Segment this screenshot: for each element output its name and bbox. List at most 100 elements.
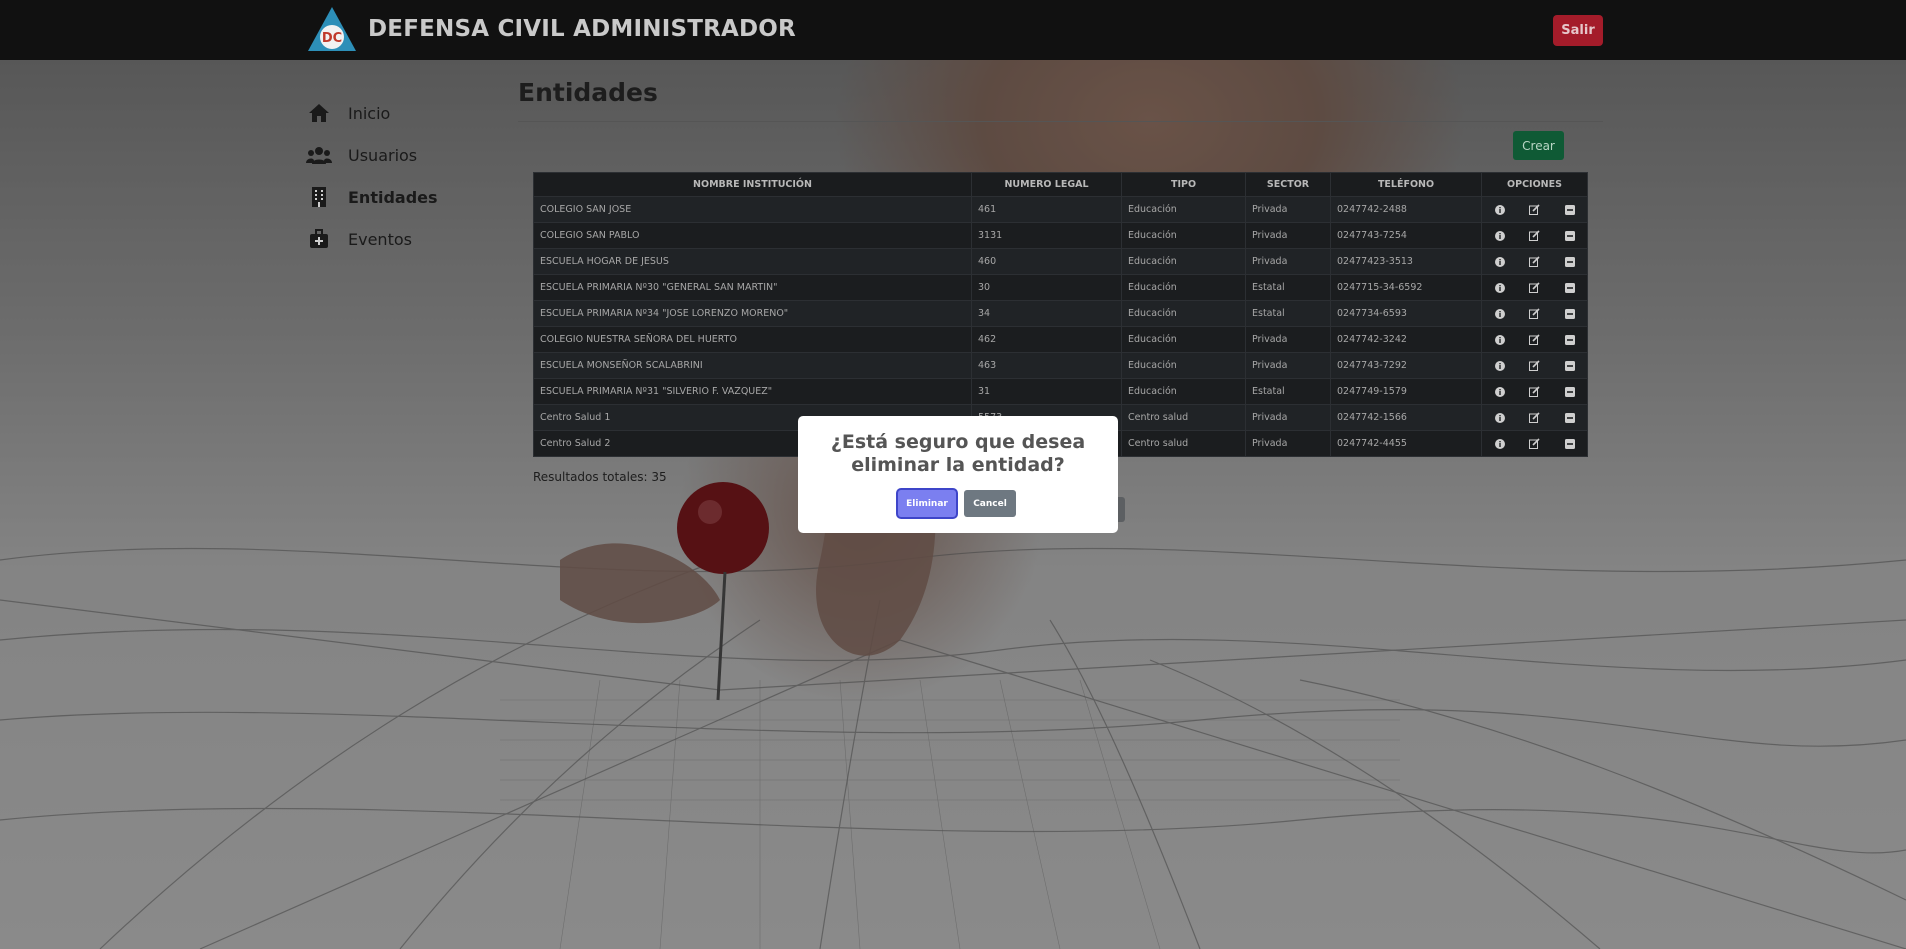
sidebar: Inicio Usuarios Entidades Eventos bbox=[306, 92, 506, 260]
edit-icon[interactable] bbox=[1529, 386, 1541, 398]
table-cell: Educación bbox=[1121, 222, 1246, 249]
table-row: COLEGIO SAN PABLO 3131 Educación Privada 024… bbox=[533, 222, 1588, 249]
info-icon[interactable] bbox=[1494, 334, 1506, 346]
table-cell: Educación bbox=[1121, 274, 1246, 301]
entities-table: NOMBRE INSTITUCIÓN NUMERO LEGAL TIPO SEC… bbox=[533, 172, 1588, 457]
table-cell: 462 bbox=[971, 326, 1122, 353]
table-cell: 31 bbox=[971, 378, 1122, 405]
table-cell: 0247749-1579 bbox=[1330, 378, 1482, 405]
column-header: SECTOR bbox=[1245, 172, 1331, 197]
table-cell: 0247715-34-6592 bbox=[1330, 274, 1482, 301]
sidebar-item-label: Eventos bbox=[348, 229, 412, 249]
column-header: OPCIONES bbox=[1481, 172, 1588, 197]
info-icon[interactable] bbox=[1494, 204, 1506, 216]
row-options bbox=[1481, 404, 1588, 431]
table-cell: Educación bbox=[1121, 300, 1246, 327]
remove-icon[interactable] bbox=[1564, 412, 1576, 424]
app-title: DEFENSA CIVIL ADMINISTRADOR bbox=[368, 16, 796, 42]
home-icon bbox=[306, 102, 332, 124]
remove-icon[interactable] bbox=[1564, 282, 1576, 294]
table-row: ESCUELA MONSEÑOR SCALABRINI 463 Educación P… bbox=[533, 352, 1588, 379]
remove-icon[interactable] bbox=[1564, 308, 1576, 320]
table-cell: COLEGIO SAN PABLO bbox=[533, 222, 972, 249]
column-header: TELÉFONO bbox=[1330, 172, 1482, 197]
table-cell: 3131 bbox=[971, 222, 1122, 249]
remove-icon[interactable] bbox=[1564, 386, 1576, 398]
edit-icon[interactable] bbox=[1529, 308, 1541, 320]
table-cell: COLEGIO NUESTRA SEÑORA DEL HUERTO bbox=[533, 326, 972, 353]
table-cell: Estatal bbox=[1245, 300, 1331, 327]
row-options bbox=[1481, 248, 1588, 275]
info-icon[interactable] bbox=[1494, 438, 1506, 450]
table-cell: Privada bbox=[1245, 430, 1331, 457]
info-icon[interactable] bbox=[1494, 360, 1506, 372]
edit-icon[interactable] bbox=[1529, 230, 1541, 242]
remove-icon[interactable] bbox=[1564, 256, 1576, 268]
table-cell: Privada bbox=[1245, 196, 1331, 223]
info-icon[interactable] bbox=[1494, 230, 1506, 242]
edit-icon[interactable] bbox=[1529, 334, 1541, 346]
table-cell: ESCUELA PRIMARIA Nº34 "JOSE LORENZO MORE… bbox=[533, 300, 972, 327]
sidebar-item-label: Inicio bbox=[348, 103, 391, 123]
cancel-button[interactable]: Cancel bbox=[964, 490, 1016, 517]
table-cell: Educación bbox=[1121, 352, 1246, 379]
table-cell: Privada bbox=[1245, 326, 1331, 353]
table-cell: Privada bbox=[1245, 404, 1331, 431]
table-cell: 0247742-1566 bbox=[1330, 404, 1482, 431]
row-options bbox=[1481, 300, 1588, 327]
info-icon[interactable] bbox=[1494, 412, 1506, 424]
row-options bbox=[1481, 274, 1588, 301]
table-cell: 0247743-7254 bbox=[1330, 222, 1482, 249]
table-cell: Centro salud bbox=[1121, 430, 1246, 457]
table-row: ESCUELA PRIMARIA Nº34 "JOSE LORENZO MORE… bbox=[533, 300, 1588, 327]
table-cell: Educación bbox=[1121, 326, 1246, 353]
edit-icon[interactable] bbox=[1529, 360, 1541, 372]
table-cell: 463 bbox=[971, 352, 1122, 379]
info-icon[interactable] bbox=[1494, 256, 1506, 268]
remove-icon[interactable] bbox=[1564, 438, 1576, 450]
remove-icon[interactable] bbox=[1564, 204, 1576, 216]
remove-icon[interactable] bbox=[1564, 334, 1576, 346]
sidebar-item-inicio[interactable]: Inicio bbox=[306, 92, 506, 134]
info-icon[interactable] bbox=[1494, 282, 1506, 294]
sidebar-item-entidades[interactable]: Entidades bbox=[306, 176, 506, 218]
edit-icon[interactable] bbox=[1529, 438, 1541, 450]
edit-icon[interactable] bbox=[1529, 282, 1541, 294]
row-options bbox=[1481, 430, 1588, 457]
edit-icon[interactable] bbox=[1529, 412, 1541, 424]
create-button[interactable]: Crear bbox=[1513, 131, 1564, 160]
divider bbox=[518, 121, 1603, 122]
edit-icon[interactable] bbox=[1529, 256, 1541, 268]
table-cell: ESCUELA PRIMARIA Nº30 "GENERAL SAN MARTI… bbox=[533, 274, 972, 301]
table-cell: ESCUELA HOGAR DE JESUS bbox=[533, 248, 972, 275]
table-cell: Estatal bbox=[1245, 274, 1331, 301]
sidebar-item-eventos[interactable]: Eventos bbox=[306, 218, 506, 260]
table-cell: 0247742-2488 bbox=[1330, 196, 1482, 223]
table-cell: 461 bbox=[971, 196, 1122, 223]
confirm-delete-button[interactable]: Eliminar bbox=[898, 490, 956, 517]
remove-icon[interactable] bbox=[1564, 230, 1576, 242]
table-cell: 0247734-6593 bbox=[1330, 300, 1482, 327]
table-header-row: NOMBRE INSTITUCIÓN NUMERO LEGAL TIPO SEC… bbox=[533, 172, 1588, 197]
row-options bbox=[1481, 378, 1588, 405]
edit-icon[interactable] bbox=[1529, 204, 1541, 216]
column-header: NOMBRE INSTITUCIÓN bbox=[533, 172, 972, 197]
table-cell: Centro salud bbox=[1121, 404, 1246, 431]
info-icon[interactable] bbox=[1494, 386, 1506, 398]
table-cell: ESCUELA MONSEÑOR SCALABRINI bbox=[533, 352, 972, 379]
table-cell: COLEGIO SAN JOSE bbox=[533, 196, 972, 223]
table-cell: 0247743-7292 bbox=[1330, 352, 1482, 379]
logout-button[interactable]: Salir bbox=[1553, 15, 1603, 46]
table-row: COLEGIO NUESTRA SEÑORA DEL HUERTO 462 Educ… bbox=[533, 326, 1588, 353]
top-navbar: DC DEFENSA CIVIL ADMINISTRADOR Salir bbox=[0, 0, 1906, 60]
brand[interactable]: DC DEFENSA CIVIL ADMINISTRADOR bbox=[306, 5, 796, 53]
sidebar-item-label: Entidades bbox=[348, 187, 438, 207]
sidebar-item-usuarios[interactable]: Usuarios bbox=[306, 134, 506, 176]
confirm-delete-dialog: ¿Está seguro que desea eliminar la entid… bbox=[798, 416, 1118, 533]
remove-icon[interactable] bbox=[1564, 360, 1576, 372]
building-icon bbox=[306, 186, 332, 208]
table-cell: Privada bbox=[1245, 352, 1331, 379]
column-header: TIPO bbox=[1121, 172, 1246, 197]
table-row: COLEGIO SAN JOSE 461 Educación Privada 02477… bbox=[533, 196, 1588, 223]
info-icon[interactable] bbox=[1494, 308, 1506, 320]
